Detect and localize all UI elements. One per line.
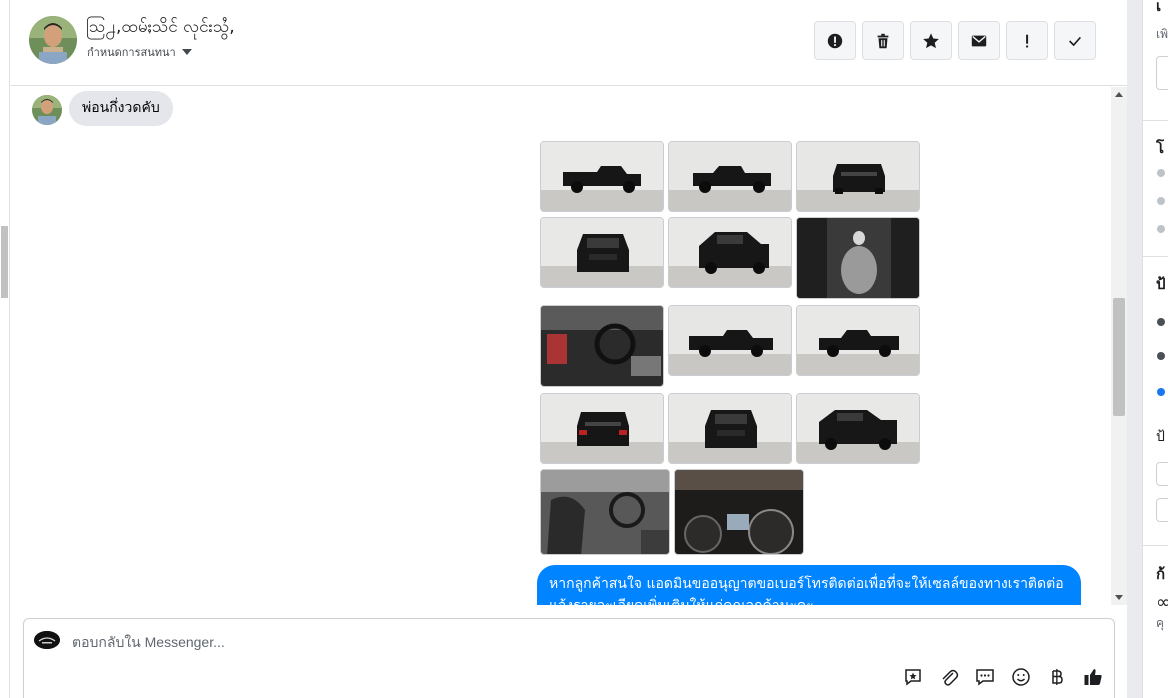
car-photo[interactable] (796, 393, 920, 464)
car-photo[interactable] (668, 393, 792, 464)
trash-icon (877, 33, 889, 48)
attach-button[interactable] (938, 666, 960, 688)
panel-divider-line (1143, 545, 1168, 546)
car-photo[interactable] (540, 141, 664, 212)
contact-avatar[interactable] (29, 16, 77, 64)
messenger-inbox: ဩ႕,ထမ်ႈသိင် လုင်းသွႆ, กำหนดการสนทนา พ่อน… (0, 0, 1168, 698)
attachment-icon (942, 669, 959, 686)
contact-name: ဩ႕,ထမ်ႈသိင် လုင်းသွႆ, (86, 17, 235, 37)
conversation-status-dropdown[interactable]: กำหนดการสนทนา (87, 43, 192, 61)
star-icon (923, 32, 939, 48)
label-dot[interactable] (1157, 388, 1165, 396)
car-photo[interactable] (796, 217, 920, 299)
exclamation-icon (1026, 34, 1029, 47)
car-photo[interactable] (796, 305, 920, 376)
scroll-down-arrow-icon[interactable] (1115, 595, 1123, 600)
car-photo[interactable] (668, 217, 792, 288)
car-photo[interactable] (796, 141, 920, 212)
customer-info-panel: เ เพิ โ ป้ ป้ ก้ ∞ คุ (1142, 0, 1168, 698)
envelope-icon (971, 35, 987, 46)
panel-input[interactable] (1156, 498, 1168, 522)
car-photo[interactable] (668, 305, 792, 376)
left-scrollbar[interactable] (0, 0, 10, 698)
car-photo[interactable] (540, 217, 664, 288)
follow-up-button[interactable] (1006, 21, 1048, 60)
panel-heading-fragment: ก้ (1156, 565, 1166, 583)
conversation-header: ဩ႕,ထမ်ႈသိင် လုင်းသွႆ, กำหนดการสนทนา (11, 0, 1127, 86)
car-photo[interactable] (540, 305, 664, 387)
clock-icon (1157, 169, 1165, 177)
panel-subtext-fragment: เพิ (1156, 27, 1168, 41)
label-dot[interactable] (1157, 318, 1165, 326)
emoji-button[interactable] (1010, 666, 1032, 688)
panel-heading-fragment: ป้ (1156, 275, 1166, 293)
message-icon (976, 669, 994, 686)
incoming-message[interactable]: พ่อนกึ่งวดคับ (69, 91, 173, 126)
alert-circle-icon (827, 33, 843, 48)
car-photo[interactable] (674, 469, 804, 555)
location-icon (1157, 225, 1165, 233)
mark-spam-button[interactable] (814, 21, 856, 60)
check-icon (1069, 36, 1082, 46)
panel-input[interactable] (1156, 462, 1168, 486)
mark-unread-button[interactable] (958, 21, 1000, 60)
delete-button[interactable] (862, 21, 904, 60)
car-photo[interactable] (540, 393, 664, 464)
saved-reply-button[interactable] (902, 666, 924, 688)
panel-subtext-fragment: ป้ (1156, 429, 1165, 445)
label-dot[interactable] (1157, 352, 1165, 360)
thumbs-up-icon (1084, 669, 1102, 685)
conversation-actions (814, 21, 1096, 60)
message-thread[interactable]: พ่อนกึ่งวดคับ หากลูกค้าสนใจ แอดมินขออนุญ… (11, 87, 1111, 605)
panel-divider-line (1143, 120, 1168, 121)
payment-button[interactable] (1046, 666, 1068, 688)
infinity-icon: ∞ (1156, 592, 1168, 613)
emoji-icon (1012, 668, 1030, 686)
quick-reply-button[interactable] (974, 666, 996, 688)
left-scrollbar-thumb[interactable] (1, 226, 8, 298)
panel-heading-fragment: เ (1156, 0, 1162, 15)
conversation-status-label: กำหนดการสนทนา (87, 46, 176, 59)
reply-input[interactable] (72, 632, 772, 652)
composer-tools (902, 666, 1104, 688)
mark-done-button[interactable] (1054, 21, 1096, 60)
panel-divider (1127, 0, 1142, 698)
outgoing-message[interactable]: หากลูกค้าสนใจ แอดมินขออนุญาตขอเบอร์โทรติ… (537, 565, 1081, 605)
like-button[interactable] (1082, 666, 1104, 688)
reply-composer (23, 618, 1115, 698)
caret-down-icon (181, 49, 192, 55)
sender-avatar[interactable] (32, 95, 62, 125)
thread-scrollbar-thumb[interactable] (1113, 298, 1125, 416)
saved-reply-icon (905, 669, 921, 686)
page-avatar (34, 631, 60, 649)
baht-icon (1052, 669, 1063, 685)
panel-divider-line (1143, 256, 1168, 257)
star-button[interactable] (910, 21, 952, 60)
thread-scrollbar[interactable] (1111, 87, 1127, 605)
car-photo[interactable] (668, 141, 792, 212)
panel-heading-fragment: โ (1156, 139, 1165, 157)
panel-subtext-fragment: คุ (1156, 616, 1165, 630)
graduation-icon (1157, 197, 1165, 205)
panel-input[interactable] (1156, 56, 1168, 90)
car-photo[interactable] (540, 469, 670, 555)
scroll-up-arrow-icon[interactable] (1115, 92, 1123, 97)
